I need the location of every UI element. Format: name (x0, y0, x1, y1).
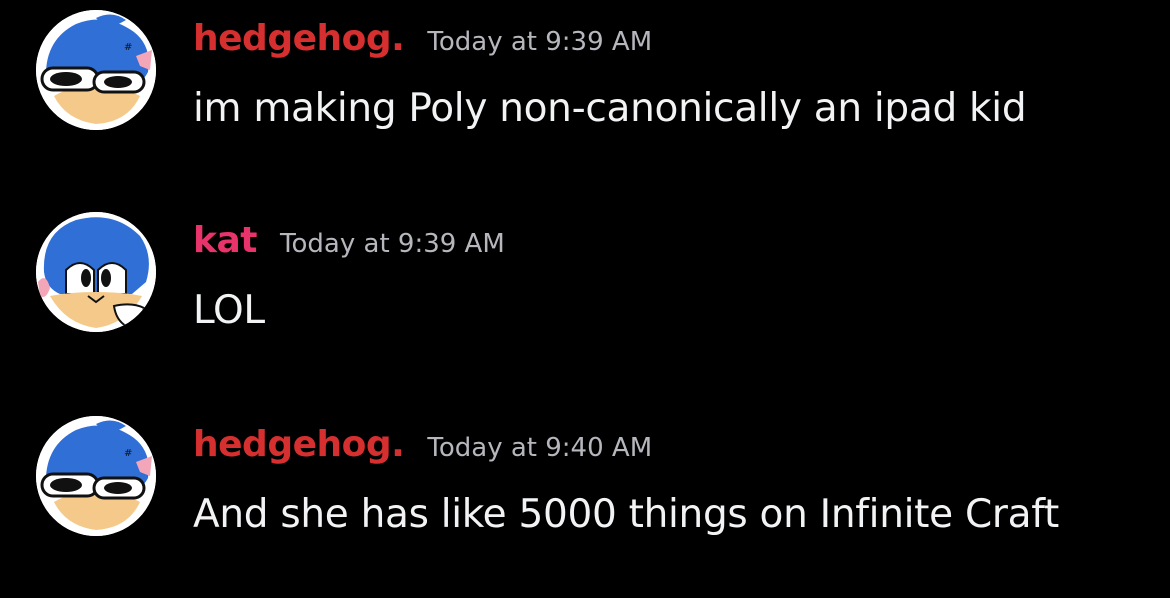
timestamp: Today at 9:39 AM (280, 229, 505, 259)
chat-message: kat Today at 9:39 AM LOL (0, 212, 1170, 352)
message-header: kat Today at 9:39 AM (193, 220, 505, 261)
chat-message: # hedgehog. Today at 9:39 AM im making P… (0, 10, 1170, 150)
user-avatar[interactable] (36, 212, 156, 332)
svg-text:#: # (124, 42, 132, 53)
sonic-peace-avatar-icon (36, 212, 156, 332)
message-text: LOL (193, 288, 265, 333)
timestamp: Today at 9:40 AM (427, 433, 653, 463)
timestamp: Today at 9:39 AM (427, 27, 653, 57)
sonic-sunglasses-avatar-icon: # (36, 10, 156, 130)
username[interactable]: kat (193, 220, 257, 261)
username[interactable]: hedgehog. (193, 424, 405, 465)
user-avatar[interactable]: # (36, 10, 156, 130)
message-header: hedgehog. Today at 9:39 AM (193, 18, 652, 59)
username[interactable]: hedgehog. (193, 18, 405, 59)
message-text: And she has like 5000 things on Infinite… (193, 492, 1059, 537)
message-header: hedgehog. Today at 9:40 AM (193, 424, 652, 465)
svg-text:#: # (124, 448, 132, 459)
sonic-sunglasses-avatar-icon: # (36, 416, 156, 536)
chat-message: # hedgehog. Today at 9:40 AM And she has… (0, 416, 1170, 556)
message-text: im making Poly non-canonically an ipad k… (193, 86, 1027, 131)
user-avatar[interactable]: # (36, 416, 156, 536)
